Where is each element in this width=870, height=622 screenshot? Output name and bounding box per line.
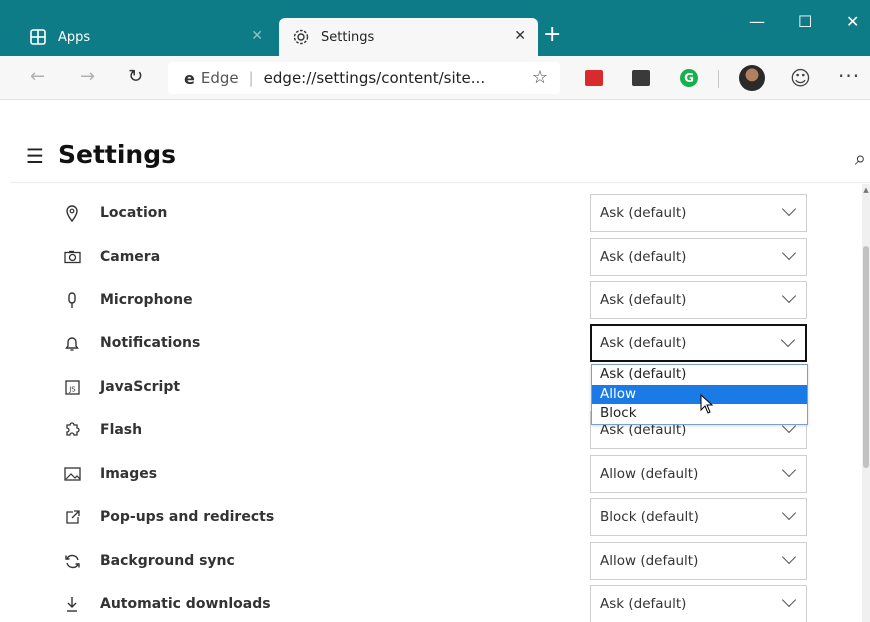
maximize-icon[interactable]: ☐ (798, 14, 812, 30)
hamburger-menu-icon[interactable]: ☰ (26, 146, 44, 166)
select-value: Ask (default) (600, 596, 687, 612)
microphone-select[interactable]: Ask (default) (590, 281, 807, 319)
toolbar-separator (718, 70, 719, 88)
permission-label: Images (100, 466, 158, 482)
permission-row-microphone[interactable]: Microphone Ask (default) (10, 281, 863, 324)
microphone-icon (63, 291, 81, 309)
select-value: Allow (default) (600, 466, 699, 482)
permission-label: Camera (100, 249, 161, 265)
profile-avatar[interactable] (739, 65, 765, 91)
minimize-icon[interactable]: — (749, 14, 765, 30)
page-title: Settings (58, 140, 177, 169)
select-value: Block (default) (600, 509, 699, 525)
permission-label: Automatic downloads (100, 596, 271, 612)
external-link-icon (63, 508, 81, 526)
location-select[interactable]: Ask (default) (590, 194, 807, 232)
address-bar[interactable]: e Edge | edge://settings/content/site...… (168, 62, 560, 94)
tab-settings[interactable]: Settings ✕ (279, 18, 538, 56)
select-value: Ask (default) (600, 335, 687, 351)
gear-icon (291, 27, 311, 47)
background-sync-select[interactable]: Allow (default) (590, 542, 807, 580)
apps-grid-icon (28, 27, 48, 47)
extension-red-icon[interactable] (585, 70, 603, 86)
feedback-smiley-icon[interactable]: ☺ (790, 66, 811, 90)
scroll-up-arrow-icon[interactable]: ▲ (862, 186, 870, 194)
select-value: Ask (default) (600, 205, 687, 221)
permission-row-automatic-downloads[interactable]: Automatic downloads Ask (default) (10, 585, 863, 622)
extension-dark-icon[interactable] (632, 70, 650, 86)
tab-apps-close-icon[interactable]: ✕ (251, 29, 263, 43)
permission-row-notifications[interactable]: Notifications Ask (default) (10, 324, 863, 367)
select-value: Allow (default) (600, 553, 699, 569)
toolbar: ← → ↻ e Edge | edge://settings/content/s… (0, 56, 870, 138)
new-tab-plus-icon[interactable]: + (543, 24, 561, 46)
permission-label: Flash (100, 422, 143, 438)
search-icon[interactable]: ⌕ (855, 146, 866, 170)
select-value: Ask (default) (600, 249, 687, 265)
forward-arrow-icon[interactable]: → (80, 66, 95, 88)
address-url[interactable]: edge://settings/content/site... (264, 69, 485, 87)
image-icon (63, 465, 81, 483)
camera-select[interactable]: Ask (default) (590, 238, 807, 276)
tab-settings-title: Settings (321, 29, 375, 45)
settings-header: ☰ Settings ⌕ (10, 101, 870, 183)
permission-row-camera[interactable]: Camera Ask (default) (10, 238, 863, 281)
more-menu-icon[interactable]: ··· (838, 64, 860, 88)
svg-text:JS: JS (68, 385, 76, 393)
chevron-down-icon (781, 201, 797, 217)
puzzle-piece-icon (63, 421, 81, 439)
permission-label: Pop-ups and redirects (100, 509, 275, 525)
camera-icon (63, 248, 81, 266)
permission-row-images[interactable]: Images Allow (default) (10, 455, 863, 498)
favorite-star-icon[interactable]: ☆ (532, 67, 548, 88)
chevron-down-icon (781, 505, 797, 521)
mouse-pointer-icon (700, 393, 714, 418)
images-select[interactable]: Allow (default) (590, 455, 807, 493)
chevron-down-icon (781, 549, 797, 565)
popups-select[interactable]: Block (default) (590, 498, 807, 536)
permission-label: Microphone (100, 292, 193, 308)
permission-row-popups[interactable]: Pop-ups and redirects Block (default) (10, 498, 863, 541)
edge-logo-icon: e (184, 68, 195, 88)
select-value: Ask (default) (600, 292, 687, 308)
tab-settings-close-icon[interactable]: ✕ (514, 29, 526, 43)
permission-row-location[interactable]: Location Ask (default) (10, 194, 863, 237)
chevron-down-icon (780, 332, 796, 348)
dropdown-option-ask[interactable]: Ask (default) (592, 365, 807, 385)
permission-row-background-sync[interactable]: Background sync Allow (default) (10, 542, 863, 585)
back-arrow-icon[interactable]: ← (30, 66, 45, 88)
tab-apps-title: Apps (58, 29, 91, 45)
sync-icon (63, 552, 81, 570)
chevron-down-icon (781, 245, 797, 261)
permission-label: Location (100, 205, 168, 221)
automatic-downloads-select[interactable]: Ask (default) (590, 585, 807, 622)
grammarly-icon[interactable]: G (680, 69, 698, 87)
notifications-select[interactable]: Ask (default) (590, 324, 807, 362)
window-close-icon[interactable]: ✕ (846, 14, 859, 30)
scrollbar-thumb[interactable] (863, 246, 869, 468)
permission-label: Notifications (100, 335, 201, 351)
refresh-icon[interactable]: ↻ (128, 66, 143, 88)
location-pin-icon (63, 204, 81, 222)
chevron-down-icon (781, 288, 797, 304)
permission-label: JavaScript (100, 379, 181, 395)
permission-label: Background sync (100, 553, 235, 569)
javascript-icon: JS (63, 378, 81, 396)
address-separator: | (248, 69, 254, 87)
tab-apps[interactable]: Apps ✕ (10, 18, 275, 56)
address-brand-label: Edge (200, 69, 239, 87)
chevron-down-icon (781, 462, 797, 478)
chevron-down-icon (781, 592, 797, 608)
bell-icon (63, 334, 81, 352)
tab-strip: Apps ✕ Settings ✕ + — ☐ ✕ (0, 0, 870, 56)
download-icon (63, 595, 81, 613)
